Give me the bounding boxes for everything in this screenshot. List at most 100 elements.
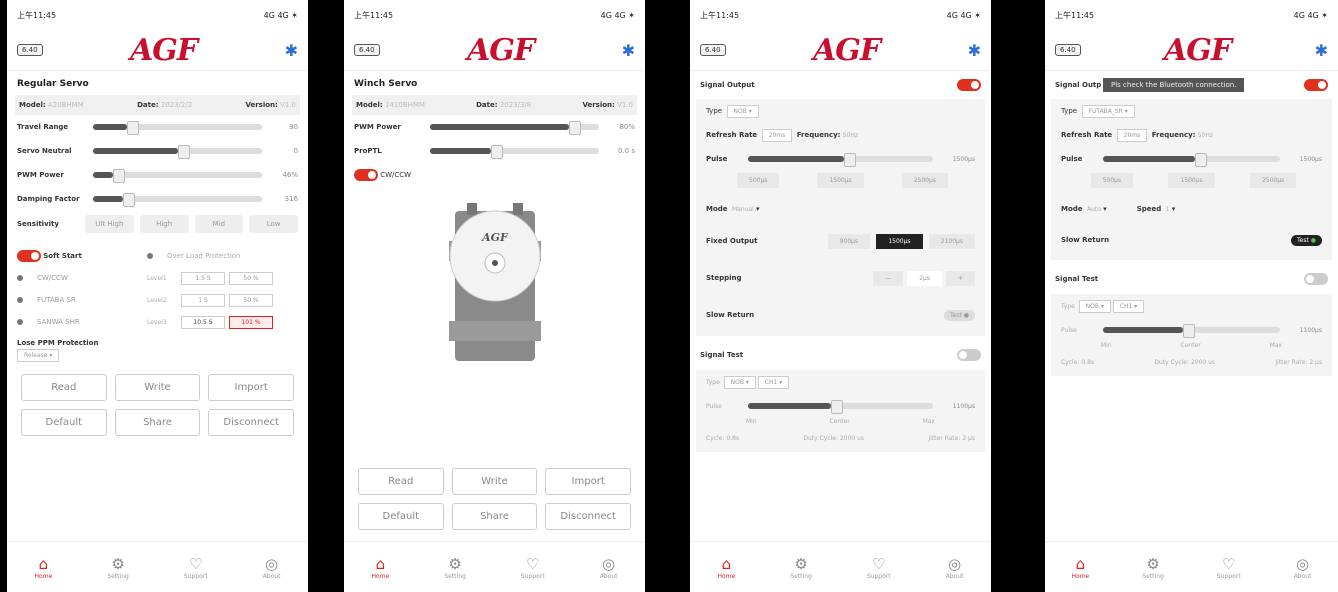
nav-tab-about[interactable]: ◎ About <box>946 555 964 580</box>
pulse-slider-thumb[interactable] <box>1195 153 1208 167</box>
nav-tab-support[interactable]: ♡ Support <box>867 555 891 580</box>
pulse-preset[interactable]: 500μs <box>1090 173 1134 188</box>
type-select[interactable]: FUTABA_SR ▾ <box>1081 104 1135 118</box>
value-slider[interactable] <box>93 145 262 159</box>
radio-dot[interactable] <box>17 297 23 303</box>
cw-toggle[interactable] <box>354 169 378 181</box>
olp-radio[interactable] <box>147 253 153 259</box>
fixed-output-option[interactable]: 2100μs <box>928 233 975 249</box>
slider-thumb[interactable] <box>113 169 126 183</box>
test-button[interactable]: Test ● <box>1291 234 1322 246</box>
minus-button[interactable]: — <box>873 270 904 286</box>
slider-thumb[interactable] <box>490 145 503 159</box>
signal-test-toggle[interactable] <box>957 349 981 361</box>
bluetooth-icon[interactable]: ✱ <box>1315 41 1328 60</box>
pulse-slider[interactable] <box>748 153 933 167</box>
level-percent-field[interactable]: 50 % <box>229 293 273 307</box>
mode-value[interactable]: Auto <box>1087 206 1101 213</box>
slider-thumb[interactable] <box>177 145 190 159</box>
pulse-preset[interactable]: 1500μs <box>817 173 864 188</box>
test-channel-select[interactable]: CH1 ▾ <box>757 375 790 389</box>
nav-tab-home[interactable]: ⌂ Home <box>718 555 736 580</box>
nav-tab-about[interactable]: ◎ About <box>1294 555 1312 580</box>
default-button[interactable]: Default <box>358 503 444 530</box>
signal-output-toggle[interactable] <box>957 79 981 91</box>
pulse-slider[interactable] <box>1103 153 1280 167</box>
nav-tab-home[interactable]: ⌂ Home <box>1072 555 1090 580</box>
nav-tab-support[interactable]: ♡ Support <box>1217 555 1241 580</box>
default-button[interactable]: Default <box>21 409 107 436</box>
slider-thumb[interactable] <box>568 121 581 135</box>
level-time-field[interactable]: 1.5 S <box>181 271 225 285</box>
mode-value[interactable]: Manual <box>732 206 754 213</box>
write-button[interactable]: Write <box>114 374 201 401</box>
test-pulse-thumb[interactable] <box>1182 324 1195 338</box>
signal-test-toggle[interactable] <box>1304 273 1328 285</box>
level-time-field[interactable]: 10.5 S <box>181 315 225 329</box>
share-button[interactable]: Share <box>451 503 538 530</box>
lpp-select[interactable]: Release ▾ <box>17 349 60 362</box>
radio-dot[interactable] <box>17 275 23 281</box>
nav-tab-support[interactable]: ♡ Support <box>184 555 208 580</box>
sensitivity-option[interactable]: Low <box>249 215 298 233</box>
sensitivity-option[interactable]: Mid <box>194 215 244 233</box>
pulse-preset[interactable]: 2500μs <box>901 173 948 188</box>
signal-output-toggle[interactable] <box>1304 79 1328 91</box>
bluetooth-icon[interactable]: ✱ <box>968 41 981 60</box>
speed-value[interactable]: 1 <box>1166 206 1170 213</box>
value-slider[interactable] <box>93 193 262 207</box>
type-select[interactable]: NOB ▾ <box>726 104 759 118</box>
nav-tab-home[interactable]: ⌂ Home <box>372 555 390 580</box>
value-slider[interactable] <box>430 145 599 159</box>
sensitivity-option[interactable]: High <box>139 215 189 233</box>
refresh-rate-select[interactable]: 20ms <box>1116 128 1148 142</box>
nav-tab-about[interactable]: ◎ About <box>600 555 618 580</box>
globe-icon: ◎ <box>948 554 962 573</box>
import-button[interactable]: Import <box>545 468 631 495</box>
nav-tab-home[interactable]: ⌂ Home <box>35 555 53 580</box>
test-pulse-slider[interactable] <box>748 400 933 414</box>
test-pulse-label: Pulse <box>1061 326 1077 334</box>
value-slider[interactable] <box>93 121 262 135</box>
soft-start-toggle[interactable] <box>17 250 41 262</box>
pulse-preset[interactable]: 500μs <box>737 173 780 188</box>
disconnect-button[interactable]: Disconnect <box>545 503 631 530</box>
nav-tab-setting[interactable]: ⚙ Setting <box>790 555 811 580</box>
fixed-output-option[interactable]: 900μs <box>827 233 871 249</box>
read-button[interactable]: Read <box>358 468 444 495</box>
level-percent-field[interactable]: 50 % <box>229 271 273 285</box>
nav-tab-setting[interactable]: ⚙ Setting <box>1142 555 1163 580</box>
nav-tab-setting[interactable]: ⚙ Setting <box>107 555 128 580</box>
pulse-preset[interactable]: 2500μs <box>1250 173 1297 188</box>
value-slider[interactable] <box>430 121 599 135</box>
test-type-select[interactable]: NOB ▾ <box>723 375 756 389</box>
refresh-rate-select[interactable]: 20ms <box>761 128 793 142</box>
value-slider[interactable] <box>93 169 262 183</box>
import-button[interactable]: Import <box>208 374 294 401</box>
write-button[interactable]: Write <box>451 468 538 495</box>
fixed-output-option[interactable]: 1500μs <box>876 233 923 249</box>
signal-test-title: Signal Test <box>1055 275 1099 283</box>
test-pulse-slider[interactable] <box>1103 324 1280 338</box>
pulse-slider-thumb[interactable] <box>844 153 857 167</box>
test-type-select[interactable]: NOB ▾ <box>1078 299 1111 313</box>
plus-button[interactable]: + <box>945 270 975 286</box>
test-channel-select[interactable]: CH1 ▾ <box>1112 299 1145 313</box>
read-button[interactable]: Read <box>21 374 107 401</box>
bluetooth-icon[interactable]: ✱ <box>622 41 635 60</box>
sensitivity-option[interactable]: Ult High <box>85 215 134 233</box>
share-button[interactable]: Share <box>114 409 201 436</box>
test-pulse-thumb[interactable] <box>831 400 844 414</box>
nav-tab-support[interactable]: ♡ Support <box>521 555 545 580</box>
pulse-preset[interactable]: 1500μs <box>1168 173 1215 188</box>
disconnect-button[interactable]: Disconnect <box>208 409 294 436</box>
radio-dot[interactable] <box>17 319 23 325</box>
nav-tab-setting[interactable]: ⚙ Setting <box>444 555 465 580</box>
slider-thumb[interactable] <box>123 193 136 207</box>
bluetooth-icon[interactable]: ✱ <box>285 41 298 60</box>
level-percent-field[interactable]: 101 % <box>229 315 273 329</box>
nav-tab-about[interactable]: ◎ About <box>263 555 281 580</box>
level-time-field[interactable]: 1 S <box>181 293 225 307</box>
slider-thumb[interactable] <box>126 121 139 135</box>
test-button[interactable]: Test ● <box>944 309 975 321</box>
